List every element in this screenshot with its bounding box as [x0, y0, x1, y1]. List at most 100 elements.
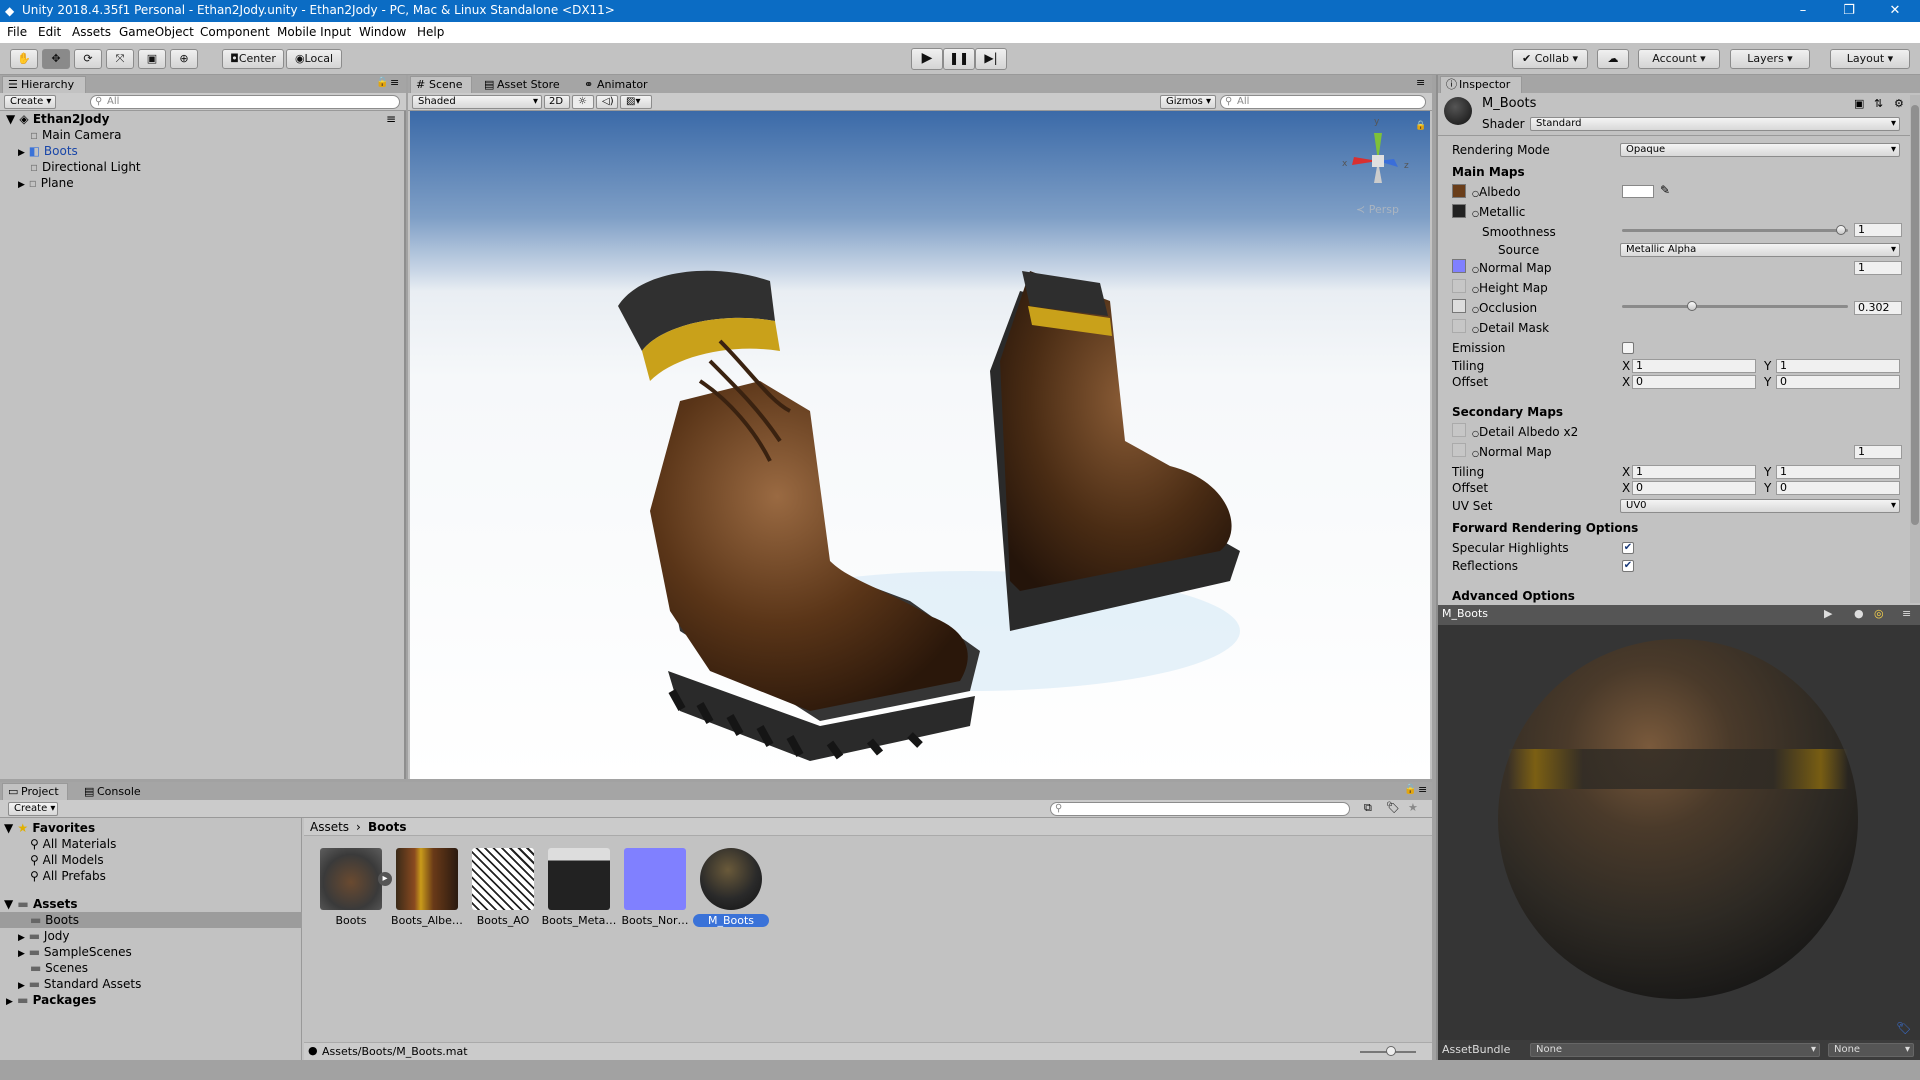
- menu-assets[interactable]: Assets: [72, 25, 111, 39]
- assetbundle-dropdown[interactable]: None ▾: [1530, 1043, 1820, 1057]
- tab-project[interactable]: ▭ Project: [2, 783, 68, 800]
- rect-tool-button[interactable]: ▣: [138, 49, 166, 69]
- slider-knob[interactable]: [1687, 301, 1697, 311]
- hierarchy-item-directional-light[interactable]: ▫ Directional Light: [0, 159, 141, 175]
- menu-help[interactable]: Help: [417, 25, 444, 39]
- layout-dropdown[interactable]: Layout ▾: [1830, 49, 1910, 69]
- texture-picker-icon[interactable]: ○: [1472, 265, 1479, 274]
- gizmos-dropdown[interactable]: Gizmos ▾: [1160, 95, 1216, 109]
- hierarchy-search-input[interactable]: ⚲ All: [90, 95, 400, 109]
- rotate-tool-button[interactable]: ⟳: [74, 49, 102, 69]
- tab-scene[interactable]: # Scene: [410, 76, 472, 93]
- hand-tool-button[interactable]: ✋: [10, 49, 38, 69]
- pivot-center-button[interactable]: ◘Center: [222, 49, 284, 69]
- specular-highlights-checkbox[interactable]: ✔: [1622, 542, 1634, 554]
- normal-map-scale-field[interactable]: 1: [1854, 261, 1902, 275]
- sec-offset-y-field[interactable]: 0: [1776, 481, 1900, 495]
- preview-sphere-icon[interactable]: ●: [1854, 607, 1864, 620]
- emission-checkbox[interactable]: [1622, 342, 1634, 354]
- cloud-button[interactable]: ☁: [1597, 49, 1629, 69]
- preset-icon[interactable]: ⇅: [1874, 97, 1883, 110]
- detail-normal-texture-slot[interactable]: [1452, 443, 1466, 457]
- breadcrumb-boots[interactable]: Boots: [368, 820, 407, 834]
- menu-component[interactable]: Component: [200, 25, 270, 39]
- texture-picker-icon[interactable]: ○: [1472, 285, 1479, 294]
- tiling-y-field[interactable]: 1: [1776, 359, 1900, 373]
- occlusion-value-field[interactable]: 0.302: [1854, 301, 1902, 315]
- sec-offset-x-field[interactable]: 0: [1632, 481, 1756, 495]
- expand-prefab-icon[interactable]: ▸: [378, 872, 392, 886]
- tab-console[interactable]: ▤ Console: [78, 783, 150, 800]
- favorites-row[interactable]: ▼ ★ Favorites: [0, 820, 95, 836]
- rendering-mode-dropdown[interactable]: Opaque ▾: [1620, 143, 1900, 157]
- preview-play-icon[interactable]: ▶: [1824, 607, 1832, 620]
- tab-inspector[interactable]: ⓘ Inspector: [1440, 76, 1522, 93]
- menu-edit[interactable]: Edit: [38, 25, 61, 39]
- collab-dropdown[interactable]: ✔ Collab ▾: [1512, 49, 1588, 69]
- packages-row[interactable]: ▶ ▬ Packages: [0, 992, 96, 1008]
- folder-jody[interactable]: ▶ ▬ Jody: [0, 928, 70, 944]
- folder-samplescenes[interactable]: ▶ ▬ SampleScenes: [0, 944, 132, 960]
- close-button[interactable]: ✕: [1872, 0, 1918, 22]
- albedo-texture-slot[interactable]: [1452, 184, 1466, 198]
- assetbundle-tag-icon[interactable]: 🏷: [1896, 1021, 1911, 1035]
- shader-dropdown[interactable]: Standard ▾: [1530, 117, 1900, 131]
- scale-tool-button[interactable]: ⤧: [106, 49, 134, 69]
- occlusion-slider[interactable]: [1622, 299, 1848, 313]
- filter-by-label-icon[interactable]: 🏷: [1386, 801, 1400, 814]
- texture-picker-icon[interactable]: ○: [1472, 209, 1479, 218]
- hierarchy-item-boots[interactable]: ▶ ◧ Boots: [0, 143, 78, 159]
- scene-menu-icon[interactable]: ≡: [386, 111, 396, 127]
- normal-map-texture-slot[interactable]: [1452, 259, 1466, 273]
- filter-by-type-icon[interactable]: ⧉: [1364, 801, 1372, 815]
- folder-scenes[interactable]: ▬ Scenes: [0, 960, 88, 976]
- occlusion-texture-slot[interactable]: [1452, 299, 1466, 313]
- slider-knob[interactable]: [1836, 225, 1846, 235]
- preview-menu-icon[interactable]: ≡: [1902, 607, 1911, 620]
- 2d-toggle[interactable]: 2D: [544, 95, 570, 109]
- eyedropper-icon[interactable]: ✎: [1660, 183, 1670, 197]
- favorite-all-prefabs[interactable]: ⚲ All Prefabs: [0, 868, 106, 884]
- breadcrumb-assets[interactable]: Assets: [310, 820, 349, 834]
- offset-y-field[interactable]: 0: [1776, 375, 1900, 389]
- transform-tool-button[interactable]: ⊕: [170, 49, 198, 69]
- effects-dropdown[interactable]: ▨▾: [620, 95, 652, 109]
- tab-animator[interactable]: ⚭ Animator: [578, 76, 668, 93]
- slider-knob[interactable]: [1386, 1046, 1396, 1056]
- material-preview-area[interactable]: 🏷: [1436, 625, 1920, 1047]
- lighting-toggle[interactable]: ☼: [572, 95, 594, 109]
- pause-button[interactable]: ❚❚: [943, 48, 975, 70]
- panel-menu-icon[interactable]: ≡: [1416, 76, 1425, 89]
- texture-picker-icon[interactable]: ○: [1472, 189, 1479, 198]
- assetbundle-variant-dropdown[interactable]: None ▾: [1828, 1043, 1914, 1057]
- favorite-all-models[interactable]: ⚲ All Models: [0, 852, 104, 868]
- scrollbar-thumb[interactable]: [1911, 105, 1919, 525]
- minimize-button[interactable]: –: [1780, 0, 1826, 22]
- audio-toggle[interactable]: ◁): [596, 95, 618, 109]
- hierarchy-item-main-camera[interactable]: ▫ Main Camera: [0, 127, 122, 143]
- uv-set-dropdown[interactable]: UV0 ▾: [1620, 499, 1900, 513]
- space-local-button[interactable]: ◉Local: [286, 49, 342, 69]
- account-dropdown[interactable]: Account ▾: [1638, 49, 1720, 69]
- folder-boots[interactable]: ▬ Boots: [0, 912, 302, 928]
- hierarchy-create-dropdown[interactable]: Create ▾: [4, 95, 56, 109]
- scene-viewport[interactable]: y x z 🔒 ≺ Persp: [410, 111, 1430, 779]
- tab-hierarchy[interactable]: ☰ Hierarchy: [2, 76, 86, 93]
- detail-albedo-texture-slot[interactable]: [1452, 423, 1466, 437]
- assets-row[interactable]: ▼ ▬ Assets: [0, 896, 78, 912]
- smoothness-slider[interactable]: [1622, 223, 1848, 237]
- smoothness-value-field[interactable]: 1: [1854, 223, 1902, 237]
- texture-picker-icon[interactable]: ○: [1472, 449, 1479, 458]
- panel-menu-icon[interactable]: ≡: [390, 76, 399, 89]
- hierarchy-item-plane[interactable]: ▶ ▫ Plane: [0, 175, 74, 191]
- detail-mask-texture-slot[interactable]: [1452, 319, 1466, 333]
- shading-mode-dropdown[interactable]: Shaded ▾: [412, 95, 542, 109]
- lock-icon[interactable]: 🔒: [376, 77, 388, 88]
- source-dropdown[interactable]: Metallic Alpha ▾: [1620, 243, 1900, 257]
- menu-window[interactable]: Window: [359, 25, 406, 39]
- project-create-dropdown[interactable]: Create ▾: [8, 802, 58, 816]
- persp-label[interactable]: ≺ Persp: [1356, 203, 1399, 216]
- favorite-star-icon[interactable]: ★: [1408, 801, 1418, 814]
- step-button[interactable]: ▶|: [975, 48, 1007, 70]
- project-search-input[interactable]: ⚲: [1050, 802, 1350, 816]
